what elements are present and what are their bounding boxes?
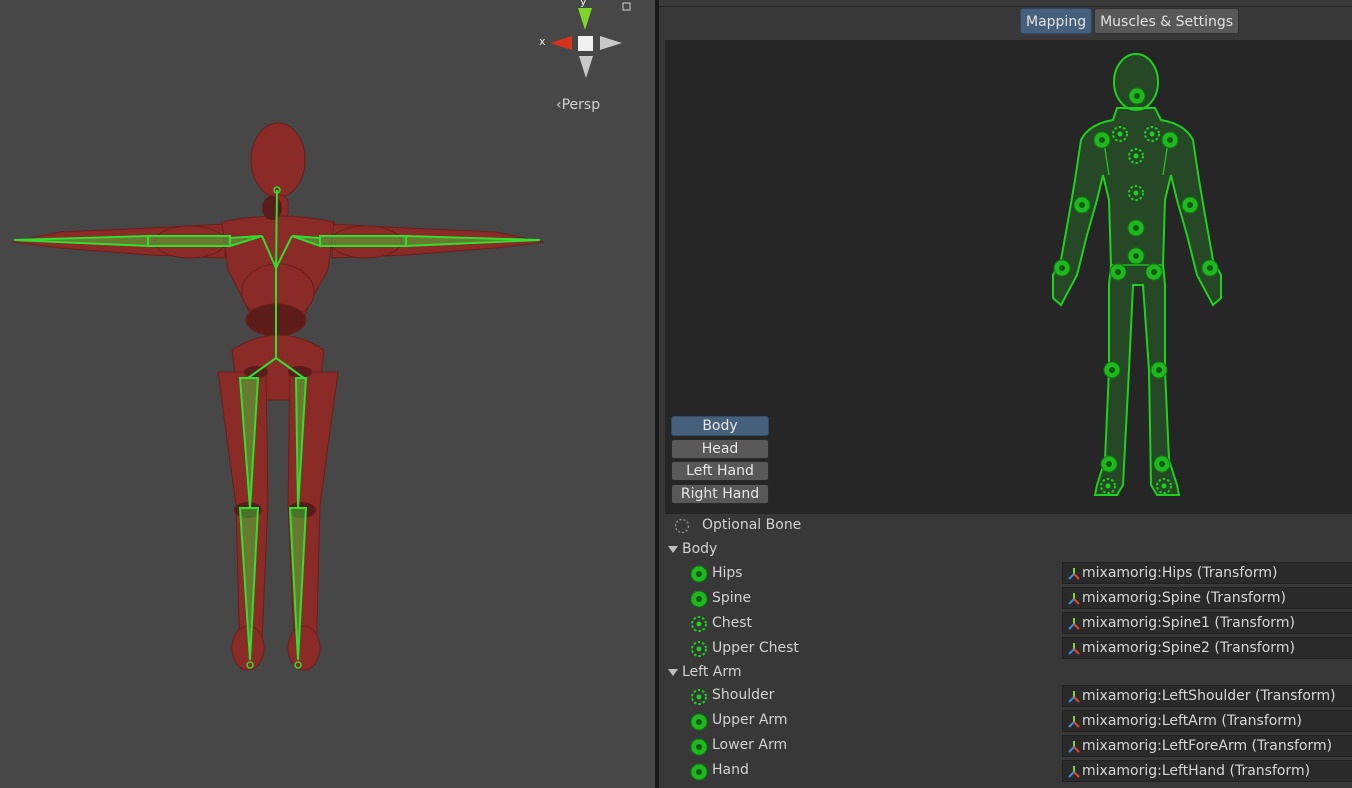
tab-muscles-settings[interactable]: Muscles & Settings — [1094, 8, 1240, 34]
transform-icon — [1068, 618, 1080, 630]
dashed-circle-icon — [674, 518, 690, 534]
bone-name: Upper Chest — [712, 640, 799, 656]
bone-name: Shoulder — [712, 687, 775, 703]
transform-icon — [1068, 593, 1080, 605]
bone-row-spine: Spine mixamorig:Spine (Transform) — [659, 587, 1352, 611]
transform-icon — [1068, 741, 1080, 753]
orientation-gizmo[interactable] — [536, 0, 636, 90]
field-value: mixamorig:LeftShoulder (Transform) — [1082, 688, 1336, 704]
bone-row-lower-arm: Lower Arm mixamorig:LeftForeArm (Transfo… — [659, 735, 1352, 759]
bone-transform-field[interactable]: mixamorig:Hips (Transform) — [1062, 562, 1352, 584]
avatar-configuration-panel: Mapping Muscles & Settings Body Head Lef… — [659, 0, 1352, 788]
field-value: mixamorig:Spine1 (Transform) — [1082, 615, 1295, 631]
bone-transform-field[interactable]: mixamorig:Spine1 (Transform) — [1062, 612, 1352, 634]
field-value: mixamorig:LeftForeArm (Transform) — [1082, 738, 1333, 754]
right-hand-mode-button[interactable]: Right Hand — [671, 484, 769, 504]
bone-transform-field[interactable]: mixamorig:Spine2 (Transform) — [1062, 637, 1352, 659]
optional-bone-legend: Optional Bone — [659, 514, 1352, 538]
bone-name: Chest — [712, 615, 753, 631]
required-bone-icon — [690, 565, 708, 583]
bone-name: Spine — [712, 590, 752, 606]
toolbar-strip — [659, 0, 1352, 7]
field-value: mixamorig:Spine2 (Transform) — [1082, 640, 1295, 656]
group-label: Body — [682, 541, 718, 557]
bone-transform-field[interactable]: mixamorig:LeftShoulder (Transform) — [1062, 685, 1352, 707]
lock-icon — [622, 2, 631, 11]
bone-name: Hand — [712, 762, 749, 778]
field-value: mixamorig:LeftHand (Transform) — [1082, 763, 1311, 779]
bone-name: Lower Arm — [712, 737, 788, 753]
tab-bar: Mapping Muscles & Settings — [1020, 8, 1240, 36]
bone-name: Hips — [712, 565, 743, 581]
center-cube-icon — [578, 36, 593, 51]
transform-icon — [1068, 691, 1080, 703]
bone-row-upper-arm: Upper Arm mixamorig:LeftArm (Transform) — [659, 710, 1352, 734]
optional-bone-icon — [691, 689, 707, 705]
bone-transform-field[interactable]: mixamorig:LeftForeArm (Transform) — [1062, 735, 1352, 757]
optional-bone-icon — [691, 616, 707, 632]
group-header-body[interactable]: Body — [659, 538, 1352, 562]
left-hand-mode-button[interactable]: Left Hand — [671, 461, 769, 481]
group-label: Left Arm — [682, 664, 742, 680]
bone-transform-field[interactable]: mixamorig:Spine (Transform) — [1062, 587, 1352, 609]
bone-row-chest: Chest mixamorig:Spine1 (Transform) — [659, 612, 1352, 636]
body-mode-button[interactable]: Body — [671, 416, 769, 436]
required-bone-icon — [690, 738, 708, 756]
avatar-body-view: Body Head Left Hand Right Hand — [665, 40, 1352, 514]
transform-icon — [1068, 568, 1080, 580]
transform-icon — [1068, 766, 1080, 778]
tab-mapping[interactable]: Mapping — [1020, 8, 1093, 34]
required-bone-icon — [690, 590, 708, 608]
perspective-toggle[interactable]: ‹Persp — [556, 97, 600, 113]
bone-row-hips: Hips mixamorig:Hips (Transform) — [659, 562, 1352, 586]
expand-triangle-icon[interactable] — [668, 669, 678, 676]
transform-icon — [1068, 716, 1080, 728]
field-value: mixamorig:Spine (Transform) — [1082, 590, 1287, 606]
y-axis-label: y — [580, 0, 587, 8]
field-value: mixamorig:LeftArm (Transform) — [1082, 713, 1302, 729]
transform-icon — [1068, 643, 1080, 655]
y-axis-cone-icon — [578, 8, 592, 30]
skeleton-overlay — [13, 186, 541, 669]
bone-row-shoulder: Shoulder mixamorig:LeftShoulder (Transfo… — [659, 685, 1352, 709]
expand-triangle-icon[interactable] — [668, 546, 678, 553]
group-header-left-arm[interactable]: Left Arm — [659, 661, 1352, 685]
required-bone-icon — [690, 763, 708, 781]
bone-name: Upper Arm — [712, 712, 788, 728]
required-bone-icon — [690, 713, 708, 731]
bone-transform-field[interactable]: mixamorig:LeftHand (Transform) — [1062, 760, 1352, 782]
x-axis-label: x — [539, 35, 546, 48]
bone-transform-field[interactable]: mixamorig:LeftArm (Transform) — [1062, 710, 1352, 732]
optional-bone-label: Optional Bone — [702, 517, 802, 533]
bone-row-hand: Hand mixamorig:LeftHand (Transform) — [659, 760, 1352, 784]
field-value: mixamorig:Hips (Transform) — [1082, 565, 1278, 581]
optional-bone-icon — [691, 641, 707, 657]
bone-row-upper-chest: Upper Chest mixamorig:Spine2 (Transform) — [659, 637, 1352, 661]
x-axis-cone-icon — [550, 36, 572, 50]
scene-view[interactable]: y x ‹Persp — [0, 0, 655, 788]
head-mode-button[interactable]: Head — [671, 439, 769, 459]
